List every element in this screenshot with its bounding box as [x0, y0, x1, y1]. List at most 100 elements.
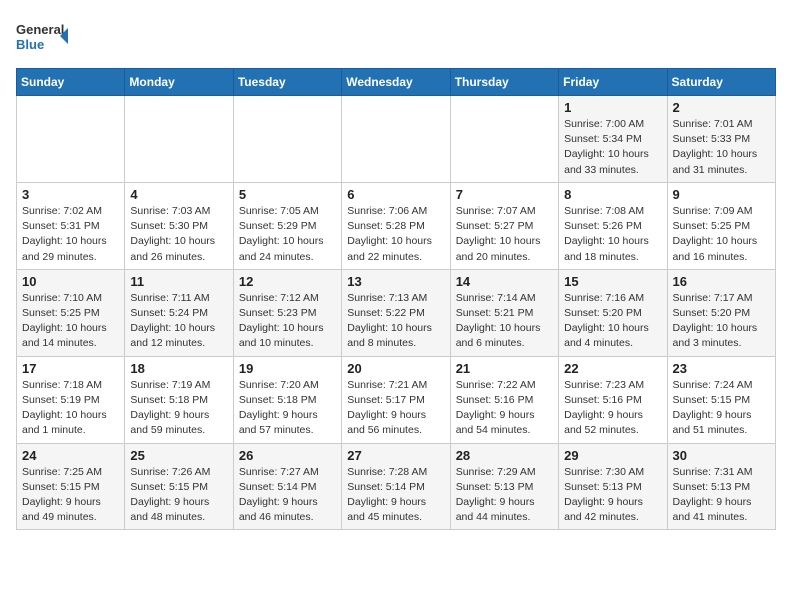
calendar-cell: 3 Sunrise: 7:02 AM Sunset: 5:31 PM Daylig…: [17, 182, 125, 269]
day-info: Sunrise: 7:25 AM Sunset: 5:15 PM Dayligh…: [22, 465, 119, 526]
day-number: 14: [456, 274, 553, 289]
day-info: Sunrise: 7:22 AM Sunset: 5:16 PM Dayligh…: [456, 378, 553, 439]
calendar-week-1: 1 Sunrise: 7:00 AM Sunset: 5:34 PM Daylig…: [17, 96, 776, 183]
calendar-cell: 12Sunrise: 7:12 AM Sunset: 5:23 PM Dayli…: [233, 269, 341, 356]
day-number: 7: [456, 187, 553, 202]
day-info: Sunrise: 7:09 AM Sunset: 5:25 PM Dayligh…: [673, 204, 770, 265]
calendar-cell: 23Sunrise: 7:24 AM Sunset: 5:15 PM Dayli…: [667, 356, 775, 443]
weekday-header-saturday: Saturday: [667, 69, 775, 96]
calendar-cell: 13 Sunrise: 7:13 AM Sunset: 5:22 PM Dayli…: [342, 269, 450, 356]
calendar-cell: 28Sunrise: 7:29 AM Sunset: 5:13 PM Dayli…: [450, 443, 558, 530]
day-info: Sunrise: 7:30 AM Sunset: 5:13 PM Dayligh…: [564, 465, 661, 526]
day-number: 3: [22, 187, 119, 202]
page-header: GeneralBlue: [16, 16, 776, 56]
day-number: 19: [239, 361, 336, 376]
day-info: Sunrise: 7:17 AM Sunset: 5:20 PM Dayligh…: [673, 291, 770, 352]
day-info: Sunrise: 7:27 AM Sunset: 5:14 PM Dayligh…: [239, 465, 336, 526]
calendar-cell: 17 Sunrise: 7:18 AM Sunset: 5:19 PM Dayli…: [17, 356, 125, 443]
calendar-cell: 29 Sunrise: 7:30 AM Sunset: 5:13 PM Dayli…: [559, 443, 667, 530]
day-number: 10: [22, 274, 119, 289]
svg-text:Blue: Blue: [16, 37, 44, 52]
logo-svg: GeneralBlue: [16, 16, 76, 56]
day-info: Sunrise: 7:00 AM Sunset: 5:34 PM Dayligh…: [564, 117, 661, 178]
calendar-cell: 27Sunrise: 7:28 AM Sunset: 5:14 PM Dayli…: [342, 443, 450, 530]
day-number: 26: [239, 448, 336, 463]
day-number: 22: [564, 361, 661, 376]
calendar-cell: 22 Sunrise: 7:23 AM Sunset: 5:16 PM Dayli…: [559, 356, 667, 443]
day-number: 9: [673, 187, 770, 202]
day-number: 15: [564, 274, 661, 289]
calendar-cell: 5Sunrise: 7:05 AM Sunset: 5:29 PM Daylig…: [233, 182, 341, 269]
day-number: 17: [22, 361, 119, 376]
day-number: 24: [22, 448, 119, 463]
day-info: Sunrise: 7:02 AM Sunset: 5:31 PM Dayligh…: [22, 204, 119, 265]
day-info: Sunrise: 7:13 AM Sunset: 5:22 PM Dayligh…: [347, 291, 444, 352]
calendar-cell: 8Sunrise: 7:08 AM Sunset: 5:26 PM Daylig…: [559, 182, 667, 269]
day-number: 30: [673, 448, 770, 463]
calendar-cell: 30 Sunrise: 7:31 AM Sunset: 5:13 PM Dayli…: [667, 443, 775, 530]
day-info: Sunrise: 7:16 AM Sunset: 5:20 PM Dayligh…: [564, 291, 661, 352]
calendar-cell: 26 Sunrise: 7:27 AM Sunset: 5:14 PM Dayli…: [233, 443, 341, 530]
calendar-cell: 21 Sunrise: 7:22 AM Sunset: 5:16 PM Dayli…: [450, 356, 558, 443]
day-number: 4: [130, 187, 227, 202]
day-info: Sunrise: 7:07 AM Sunset: 5:27 PM Dayligh…: [456, 204, 553, 265]
calendar-cell: 7 Sunrise: 7:07 AM Sunset: 5:27 PM Daylig…: [450, 182, 558, 269]
day-info: Sunrise: 7:21 AM Sunset: 5:17 PM Dayligh…: [347, 378, 444, 439]
calendar-cell: 18 Sunrise: 7:19 AM Sunset: 5:18 PM Dayli…: [125, 356, 233, 443]
calendar-cell: [233, 96, 341, 183]
calendar-cell: [342, 96, 450, 183]
calendar-week-2: 3 Sunrise: 7:02 AM Sunset: 5:31 PM Daylig…: [17, 182, 776, 269]
day-number: 18: [130, 361, 227, 376]
day-number: 16: [673, 274, 770, 289]
calendar-cell: 25Sunrise: 7:26 AM Sunset: 5:15 PM Dayli…: [125, 443, 233, 530]
calendar-cell: 10 Sunrise: 7:10 AM Sunset: 5:25 PM Dayli…: [17, 269, 125, 356]
day-number: 5: [239, 187, 336, 202]
day-info: Sunrise: 7:14 AM Sunset: 5:21 PM Dayligh…: [456, 291, 553, 352]
day-number: 13: [347, 274, 444, 289]
day-number: 29: [564, 448, 661, 463]
calendar-cell: [17, 96, 125, 183]
day-info: Sunrise: 7:20 AM Sunset: 5:18 PM Dayligh…: [239, 378, 336, 439]
day-number: 28: [456, 448, 553, 463]
day-number: 2: [673, 100, 770, 115]
weekday-header-wednesday: Wednesday: [342, 69, 450, 96]
calendar-cell: 20 Sunrise: 7:21 AM Sunset: 5:17 PM Dayli…: [342, 356, 450, 443]
calendar-table: SundayMondayTuesdayWednesdayThursdayFrid…: [16, 68, 776, 530]
calendar-cell: 24 Sunrise: 7:25 AM Sunset: 5:15 PM Dayli…: [17, 443, 125, 530]
day-number: 21: [456, 361, 553, 376]
day-info: Sunrise: 7:19 AM Sunset: 5:18 PM Dayligh…: [130, 378, 227, 439]
calendar-cell: 2 Sunrise: 7:01 AM Sunset: 5:33 PM Daylig…: [667, 96, 775, 183]
day-number: 6: [347, 187, 444, 202]
day-number: 23: [673, 361, 770, 376]
day-info: Sunrise: 7:01 AM Sunset: 5:33 PM Dayligh…: [673, 117, 770, 178]
day-info: Sunrise: 7:18 AM Sunset: 5:19 PM Dayligh…: [22, 378, 119, 439]
weekday-header-sunday: Sunday: [17, 69, 125, 96]
svg-text:General: General: [16, 22, 64, 37]
day-number: 11: [130, 274, 227, 289]
weekday-header-monday: Monday: [125, 69, 233, 96]
calendar-cell: 6Sunrise: 7:06 AM Sunset: 5:28 PM Daylig…: [342, 182, 450, 269]
calendar-cell: 16 Sunrise: 7:17 AM Sunset: 5:20 PM Dayli…: [667, 269, 775, 356]
calendar-week-3: 10 Sunrise: 7:10 AM Sunset: 5:25 PM Dayli…: [17, 269, 776, 356]
weekday-header-tuesday: Tuesday: [233, 69, 341, 96]
day-info: Sunrise: 7:08 AM Sunset: 5:26 PM Dayligh…: [564, 204, 661, 265]
day-info: Sunrise: 7:10 AM Sunset: 5:25 PM Dayligh…: [22, 291, 119, 352]
day-info: Sunrise: 7:23 AM Sunset: 5:16 PM Dayligh…: [564, 378, 661, 439]
weekday-header-thursday: Thursday: [450, 69, 558, 96]
day-number: 20: [347, 361, 444, 376]
calendar-cell: 9 Sunrise: 7:09 AM Sunset: 5:25 PM Daylig…: [667, 182, 775, 269]
day-info: Sunrise: 7:12 AM Sunset: 5:23 PM Dayligh…: [239, 291, 336, 352]
calendar-cell: [450, 96, 558, 183]
day-number: 27: [347, 448, 444, 463]
calendar-cell: [125, 96, 233, 183]
day-number: 1: [564, 100, 661, 115]
calendar-cell: 11 Sunrise: 7:11 AM Sunset: 5:24 PM Dayli…: [125, 269, 233, 356]
logo: GeneralBlue: [16, 16, 76, 56]
calendar-cell: 19 Sunrise: 7:20 AM Sunset: 5:18 PM Dayli…: [233, 356, 341, 443]
calendar-cell: 4Sunrise: 7:03 AM Sunset: 5:30 PM Daylig…: [125, 182, 233, 269]
calendar-week-4: 17 Sunrise: 7:18 AM Sunset: 5:19 PM Dayli…: [17, 356, 776, 443]
day-info: Sunrise: 7:31 AM Sunset: 5:13 PM Dayligh…: [673, 465, 770, 526]
weekday-header-friday: Friday: [559, 69, 667, 96]
calendar-cell: 14 Sunrise: 7:14 AM Sunset: 5:21 PM Dayli…: [450, 269, 558, 356]
day-info: Sunrise: 7:11 AM Sunset: 5:24 PM Dayligh…: [130, 291, 227, 352]
